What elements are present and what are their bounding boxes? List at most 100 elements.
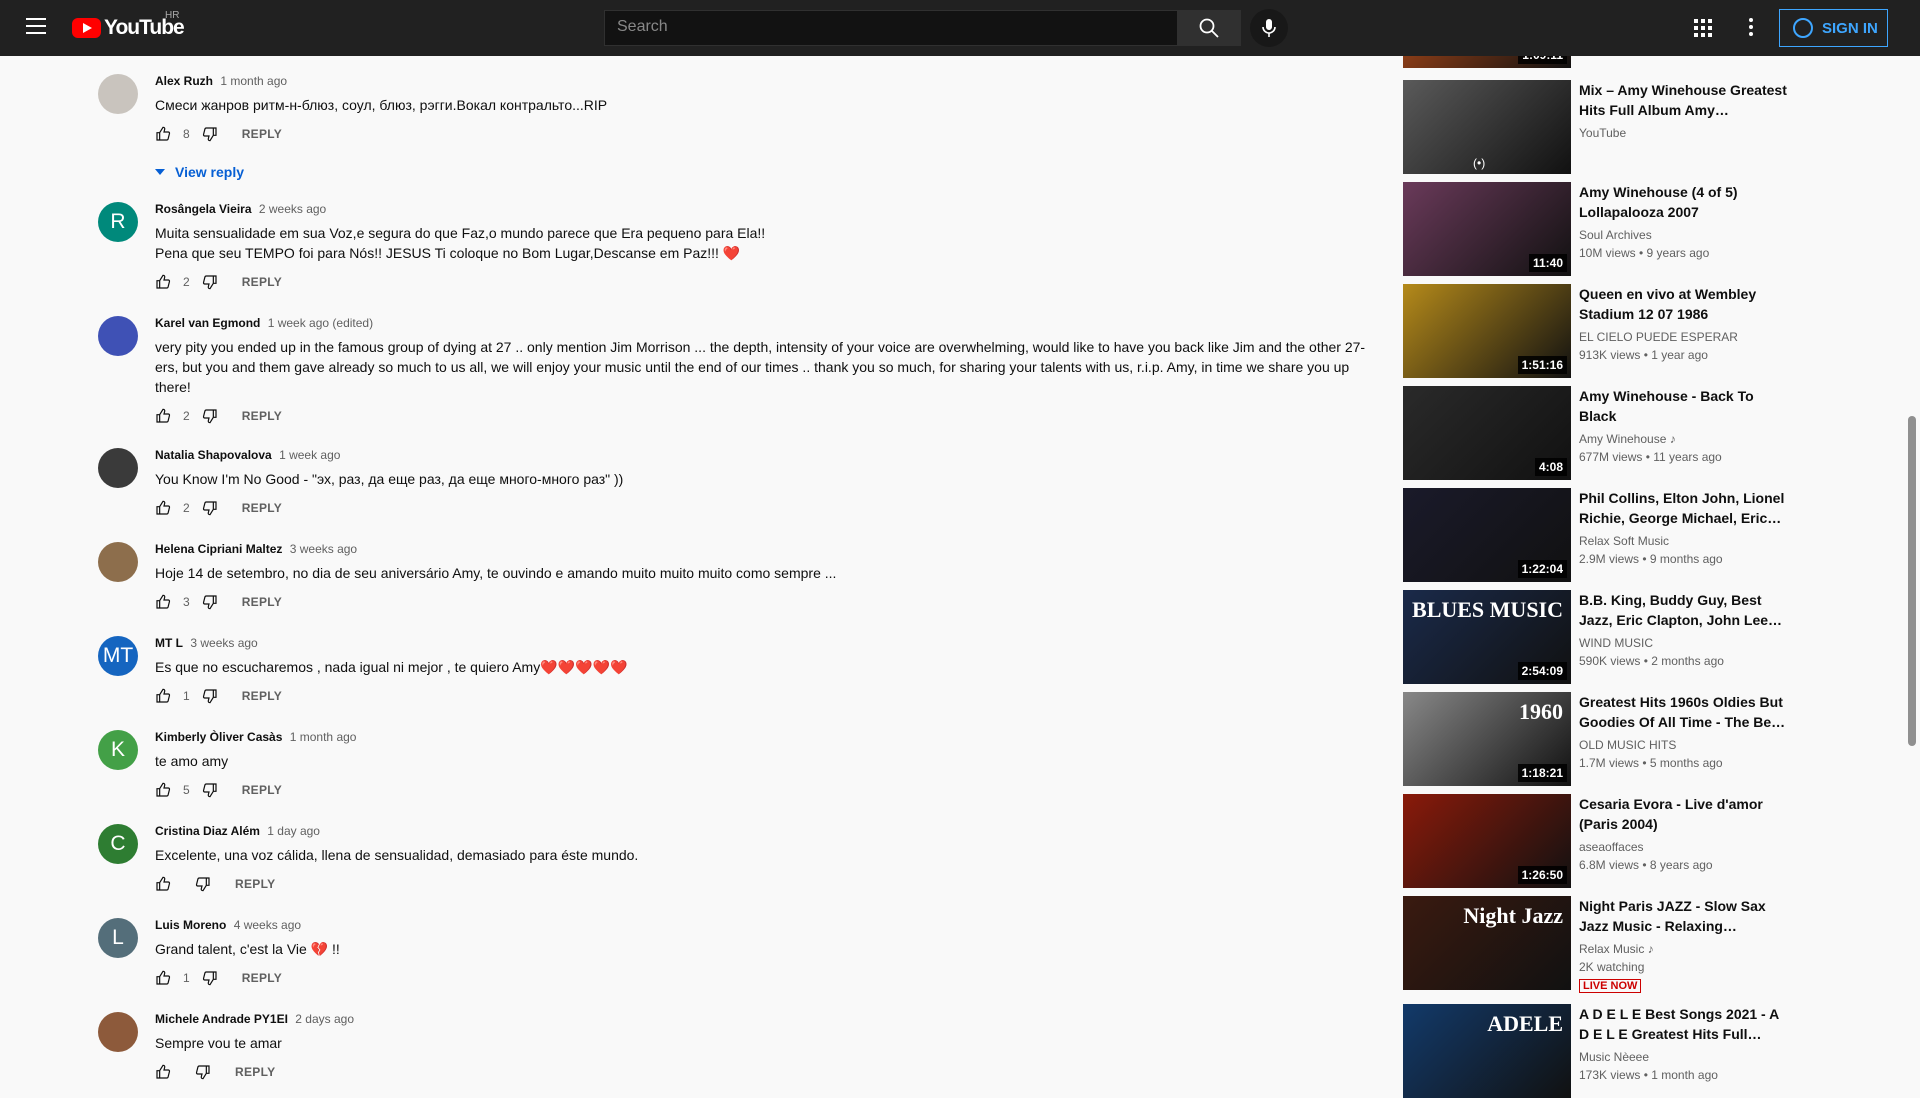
video-thumbnail[interactable]: (•) [1403, 80, 1571, 174]
comment-time[interactable]: 2 days ago [295, 1012, 354, 1026]
search-input[interactable]: Search [604, 10, 1178, 46]
thumb-down-icon[interactable] [202, 408, 218, 424]
comment-author[interactable]: Karel van Egmond [155, 316, 260, 330]
video-thumbnail[interactable]: 1:22:04 [1403, 488, 1571, 582]
avatar[interactable] [98, 448, 138, 488]
avatar[interactable] [98, 1012, 138, 1052]
video-title[interactable]: A D E L E Best Songs 2021 - A D E L E Gr… [1579, 1004, 1789, 1044]
comment-time[interactable]: 1 month ago [220, 74, 287, 88]
comment-time[interactable]: 1 week ago [279, 448, 340, 462]
video-thumbnail[interactable]: 1960 1:18:21 [1403, 692, 1571, 786]
thumb-up-icon[interactable] [155, 688, 171, 704]
voice-search-button[interactable] [1250, 9, 1288, 47]
video-title[interactable]: Greatest Hits 1960s Oldies But Goodies O… [1579, 692, 1789, 732]
video-channel[interactable]: EL CIELO PUEDE ESPERAR [1579, 328, 1789, 346]
comment-time[interactable]: 1 week ago (edited) [268, 316, 373, 330]
video-channel[interactable]: Relax Soft Music [1579, 532, 1789, 550]
video-title[interactable]: Mix – Amy Winehouse Greatest Hits Full A… [1579, 80, 1789, 120]
related-video[interactable]: Night Jazz Night Paris JAZZ - Slow Sax J… [1403, 896, 1803, 993]
thumb-up-icon[interactable] [155, 594, 171, 610]
comment-author[interactable]: Luis Moreno [155, 918, 226, 932]
thumb-up-icon[interactable] [155, 876, 171, 892]
thumb-down-icon[interactable] [202, 126, 218, 142]
avatar[interactable]: MT [98, 636, 138, 676]
thumb-up-icon[interactable] [155, 782, 171, 798]
thumb-down-icon[interactable] [202, 500, 218, 516]
related-video[interactable]: 1:26:50 Cesaria Evora - Live d'amor (Par… [1403, 794, 1803, 888]
video-title[interactable]: B.B. King, Buddy Guy, Best Jazz, Eric Cl… [1579, 590, 1789, 630]
thumb-down-icon[interactable] [195, 1064, 211, 1080]
comment-author[interactable]: MT L [155, 636, 183, 650]
related-video[interactable]: ADELE A D E L E Best Songs 2021 - A D E … [1403, 1004, 1803, 1098]
related-video[interactable]: 1:22:04 Phil Collins, Elton John, Lionel… [1403, 488, 1803, 582]
avatar[interactable] [98, 316, 138, 356]
thumb-down-icon[interactable] [202, 688, 218, 704]
video-channel[interactable]: Relax Music ♪ [1579, 940, 1789, 958]
video-thumbnail[interactable]: 11:40 [1403, 182, 1571, 276]
thumb-up-icon[interactable] [155, 970, 171, 986]
thumb-up-icon[interactable] [155, 408, 171, 424]
video-thumbnail[interactable]: 1:26:50 [1403, 794, 1571, 888]
related-video[interactable]: 1960 1:18:21 Greatest Hits 1960s Oldies B… [1403, 692, 1803, 786]
avatar[interactable]: C [98, 824, 138, 864]
search-button[interactable] [1177, 10, 1241, 46]
video-title[interactable]: Queen en vivo at Wembley Stadium 12 07 1… [1579, 284, 1789, 324]
video-title[interactable]: Amy Winehouse - Back To Black [1579, 386, 1789, 426]
thumb-up-icon[interactable] [155, 274, 171, 290]
view-reply-button[interactable]: View reply [155, 164, 244, 180]
avatar[interactable]: K [98, 730, 138, 770]
thumb-down-icon[interactable] [195, 876, 211, 892]
reply-button[interactable]: REPLY [242, 275, 282, 289]
video-channel[interactable]: aseaoffaces [1579, 838, 1789, 856]
menu-icon[interactable] [26, 18, 46, 34]
comment-time[interactable]: 1 month ago [290, 730, 357, 744]
comment-author[interactable]: Helena Cipriani Maltez [155, 542, 282, 556]
related-video[interactable]: BLUES MUSIC 2:54:09 B.B. King, Buddy Guy,… [1403, 590, 1803, 684]
avatar[interactable] [98, 74, 138, 114]
video-title[interactable]: Phil Collins, Elton John, Lionel Richie,… [1579, 488, 1789, 528]
thumb-up-icon[interactable] [155, 500, 171, 516]
comment-time[interactable]: 4 weeks ago [234, 918, 301, 932]
comment-author[interactable]: Cristina Diaz Além [155, 824, 260, 838]
related-video[interactable]: 1:51:16 Queen en vivo at Wembley Stadium… [1403, 284, 1803, 378]
video-channel[interactable]: Amy Winehouse ♪ [1579, 430, 1789, 448]
comment-time[interactable]: 3 weeks ago [290, 542, 357, 556]
comment-author[interactable]: Alex Ruzh [155, 74, 213, 88]
video-channel[interactable]: Music Nèeee [1579, 1048, 1789, 1066]
video-channel[interactable]: OLD MUSIC HITS [1579, 736, 1789, 754]
thumb-down-icon[interactable] [202, 782, 218, 798]
thumb-down-icon[interactable] [202, 594, 218, 610]
video-thumbnail[interactable]: BLUES MUSIC 2:54:09 [1403, 590, 1571, 684]
sign-in-button[interactable]: SIGN IN [1779, 9, 1888, 47]
comment-time[interactable]: 1 day ago [267, 824, 320, 838]
video-thumbnail[interactable]: ADELE [1403, 1004, 1571, 1098]
comment-time[interactable]: 2 weeks ago [259, 202, 326, 216]
comment-author[interactable]: Rosângela Vieira [155, 202, 252, 216]
apps-icon[interactable] [1694, 19, 1712, 37]
video-thumbnail[interactable]: 1:51:16 [1403, 284, 1571, 378]
reply-button[interactable]: REPLY [242, 783, 282, 797]
reply-button[interactable]: REPLY [242, 409, 282, 423]
video-channel[interactable]: Soul Archives [1579, 226, 1789, 244]
video-thumbnail[interactable]: Night Jazz [1403, 896, 1571, 990]
comment-author[interactable]: Kimberly Òliver Casàs [155, 730, 282, 744]
reply-button[interactable]: REPLY [242, 971, 282, 985]
reply-button[interactable]: REPLY [242, 127, 282, 141]
thumb-down-icon[interactable] [202, 274, 218, 290]
video-channel[interactable]: YouTube [1579, 124, 1789, 142]
thumb-up-icon[interactable] [155, 1064, 171, 1080]
related-video[interactable]: 4:08 Amy Winehouse - Back To Black Amy W… [1403, 386, 1803, 480]
video-title[interactable]: Night Paris JAZZ - Slow Sax Jazz Music -… [1579, 896, 1789, 936]
settings-more-icon[interactable] [1749, 18, 1753, 38]
reply-button[interactable]: REPLY [242, 595, 282, 609]
thumb-down-icon[interactable] [202, 970, 218, 986]
comment-time[interactable]: 3 weeks ago [190, 636, 257, 650]
video-title[interactable]: Cesaria Evora - Live d'amor (Paris 2004) [1579, 794, 1789, 834]
avatar[interactable]: R [98, 202, 138, 242]
scrollbar[interactable] [1908, 416, 1916, 746]
related-video[interactable]: 11:40 Amy Winehouse (4 of 5) Lollapalooz… [1403, 182, 1803, 276]
reply-button[interactable]: REPLY [242, 689, 282, 703]
thumb-up-icon[interactable] [155, 126, 171, 142]
video-thumbnail[interactable]: 4:08 [1403, 386, 1571, 480]
avatar[interactable] [98, 542, 138, 582]
